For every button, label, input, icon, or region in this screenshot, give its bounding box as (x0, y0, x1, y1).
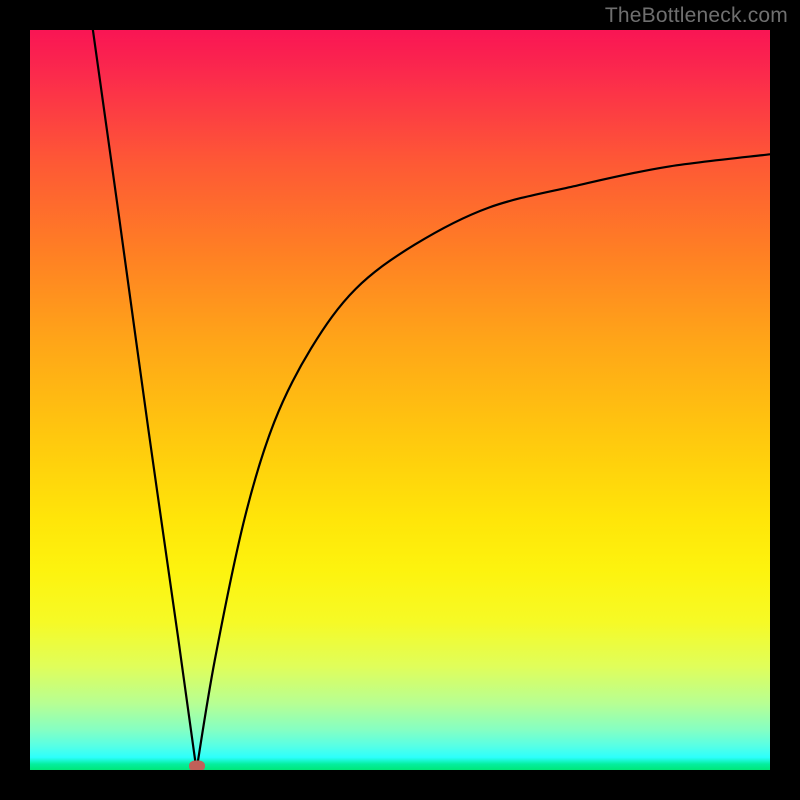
curve-svg (30, 30, 770, 770)
watermark-text: TheBottleneck.com (605, 4, 788, 28)
plot-area (30, 30, 770, 770)
optimum-marker (189, 761, 205, 770)
chart-frame: TheBottleneck.com (0, 0, 800, 800)
bottleneck-curve (93, 30, 770, 770)
